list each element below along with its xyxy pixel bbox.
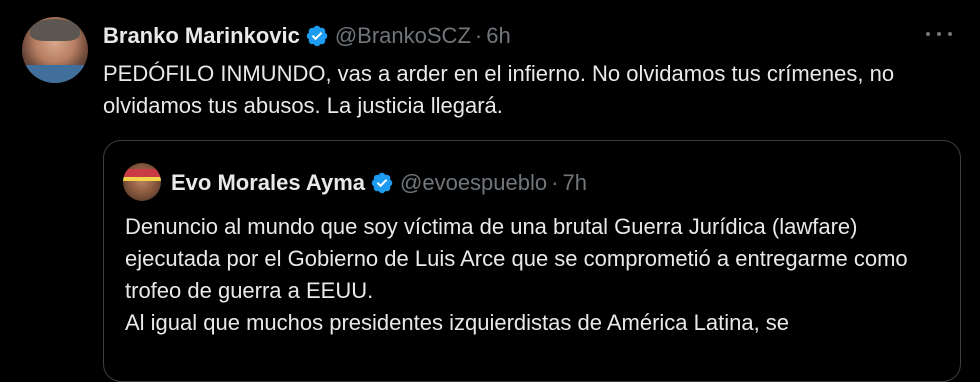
quoted-author-handle[interactable]: @evoespueblo xyxy=(400,170,547,196)
verified-badge-icon xyxy=(306,25,328,47)
quoted-tweet-text: Denuncio al mundo que soy víctima de una… xyxy=(125,211,945,339)
separator-dot: · xyxy=(551,170,559,195)
verified-badge-icon xyxy=(371,172,393,194)
quoted-author-avatar[interactable] xyxy=(123,163,161,201)
avatar-band xyxy=(123,169,161,177)
quoted-paragraph: Al igual que muchos presidentes izquierd… xyxy=(125,310,790,335)
avatar-hair xyxy=(30,19,80,41)
more-horizontal-icon[interactable] xyxy=(926,24,952,44)
quoted-tweet-timestamp[interactable]: 7h xyxy=(562,170,586,196)
author-display-name[interactable]: Branko Marinkovic xyxy=(103,23,300,49)
tweet[interactable]: Branko Marinkovic @BrankoSCZ · 6h PEDÓFI… xyxy=(0,0,980,382)
separator-dot: · xyxy=(474,23,483,48)
tweet-text: PEDÓFILO INMUNDO, vas a arder en el infi… xyxy=(103,61,895,118)
tweet-header: Branko Marinkovic @BrankoSCZ · 6h xyxy=(103,22,511,50)
author-handle[interactable]: @BrankoSCZ xyxy=(335,23,471,49)
quoted-tweet-header: Evo Morales Ayma @evoespueblo · 7h xyxy=(171,169,587,197)
quoted-tweet[interactable]: Evo Morales Ayma @evoespueblo · 7h Denun… xyxy=(103,140,961,382)
avatar-band-accent xyxy=(123,177,161,181)
avatar-shirt xyxy=(22,65,88,83)
author-avatar[interactable] xyxy=(22,17,88,83)
quoted-author-display-name[interactable]: Evo Morales Ayma xyxy=(171,170,365,196)
tweet-timestamp[interactable]: 6h xyxy=(486,23,510,49)
quoted-paragraph: Denuncio al mundo que soy víctima de una… xyxy=(125,214,908,303)
